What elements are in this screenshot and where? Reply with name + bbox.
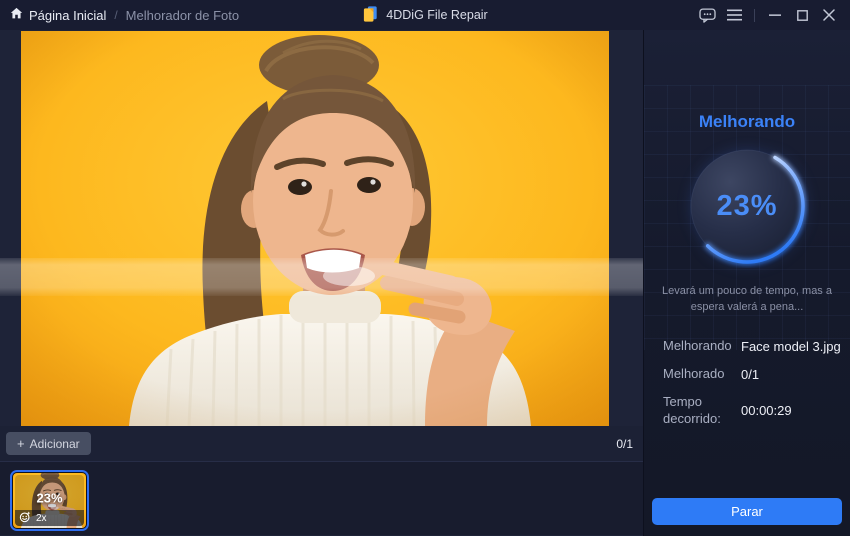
- window-controls: [696, 4, 840, 26]
- detail-value-time: 00:00:29: [741, 403, 792, 419]
- app-logo-icon: [362, 5, 378, 26]
- photo-thumbnail[interactable]: 23% 2x: [10, 470, 89, 531]
- progress-caption: Levará um pouco de tempo, mas a espera v…: [662, 285, 832, 313]
- thumbnail-zoom-label: 2x: [36, 512, 47, 524]
- detail-row-enhancing: Melhorando Face model 3.jpg: [663, 338, 850, 355]
- detail-label: Tempo decorrido:: [663, 393, 721, 426]
- panel-title: Melhorando: [698, 112, 796, 131]
- add-file-button[interactable]: + Adicionar: [6, 432, 91, 455]
- progress-percent: 23%: [716, 189, 778, 222]
- controls-divider: [754, 8, 755, 22]
- detail-value-filename: Face model 3.jpg: [741, 338, 841, 354]
- hamburger-menu-icon[interactable]: [723, 4, 745, 26]
- maximize-icon[interactable]: [791, 4, 813, 26]
- detail-label: Melhorado: [663, 365, 725, 381]
- photo-preview: [0, 30, 643, 426]
- breadcrumb-home[interactable]: Página Inicial: [10, 7, 106, 23]
- minimize-icon[interactable]: [764, 4, 786, 26]
- add-file-label: Adicionar: [29, 436, 80, 451]
- breadcrumb: Página Inicial / Melhorador de Foto: [10, 7, 239, 23]
- progress-ring: 23%: [685, 144, 809, 268]
- plus-icon: +: [17, 436, 25, 451]
- home-icon: [10, 7, 23, 23]
- detail-value-count: 0/1: [741, 366, 760, 382]
- detail-row-elapsed-time: Tempo decorrido: 00:00:29: [663, 394, 850, 428]
- face-smiley-icon: [19, 511, 31, 526]
- thumbnail-progress: 23%: [36, 490, 63, 506]
- title-bar: Página Inicial / Melhorador de Foto 4DDi…: [0, 0, 850, 30]
- progress-details: Melhorando Face model 3.jpg Melhorado 0/…: [663, 338, 850, 428]
- app-window: Página Inicial / Melhorador de Foto 4DDi…: [0, 0, 850, 536]
- file-toolbar: + Adicionar 0/1: [0, 426, 643, 462]
- feedback-bubble-icon[interactable]: [696, 4, 718, 26]
- stop-button[interactable]: Parar: [652, 498, 842, 525]
- detail-row-enhanced: Melhorado 0/1: [663, 366, 850, 383]
- app-title: 4DDiG File Repair: [386, 8, 488, 22]
- file-counter: 0/1: [616, 436, 633, 451]
- photo-woman-aligner: [21, 31, 609, 426]
- breadcrumb-separator: /: [114, 8, 118, 22]
- breadcrumb-current: Melhorador de Foto: [125, 7, 240, 23]
- breadcrumb-home-label: Página Inicial: [29, 7, 107, 23]
- close-icon[interactable]: [818, 4, 840, 26]
- workspace: + Adicionar 0/1 23% 2x: [0, 30, 643, 536]
- thumbnail-info-bar: 2x: [15, 510, 84, 526]
- app-title-tab: 4DDiG File Repair: [362, 0, 488, 30]
- progress-panel: Melhorando 23% Levará um pouco de tempo,…: [643, 30, 850, 536]
- detail-label: Melhorando: [663, 337, 732, 353]
- thumbnail-strip: 23% 2x: [0, 462, 643, 535]
